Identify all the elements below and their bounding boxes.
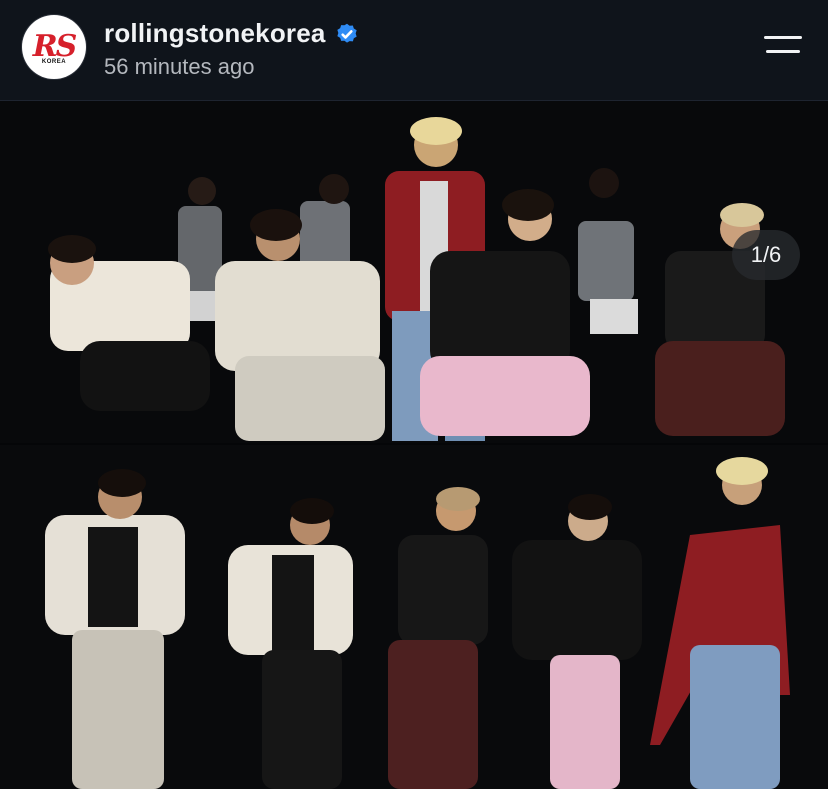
post-timestamp: 56 minutes ago [104, 54, 255, 79]
media-counter-text: 1/6 [750, 242, 782, 267]
post-header: RS KOREA rollingstonekorea 56 minutes ag… [0, 0, 828, 101]
post-photo[interactable]: 1/6 [0, 101, 828, 789]
avatar-logo-subtext: KOREA [41, 59, 67, 65]
media-counter-badge: 1/6 [732, 230, 800, 280]
photo-top-frame [0, 101, 828, 443]
username-link[interactable]: rollingstonekorea [104, 18, 326, 49]
hamburger-menu-icon[interactable] [760, 30, 804, 60]
username-row: rollingstonekorea [104, 16, 360, 50]
verified-badge-icon [336, 23, 357, 43]
photo-bottom-frame [0, 445, 828, 789]
bottom-performers-illustration [0, 445, 828, 789]
top-performers-illustration [0, 101, 828, 443]
avatar-logo-text: RS [32, 29, 78, 64]
avatar[interactable]: RS KOREA [22, 15, 86, 79]
